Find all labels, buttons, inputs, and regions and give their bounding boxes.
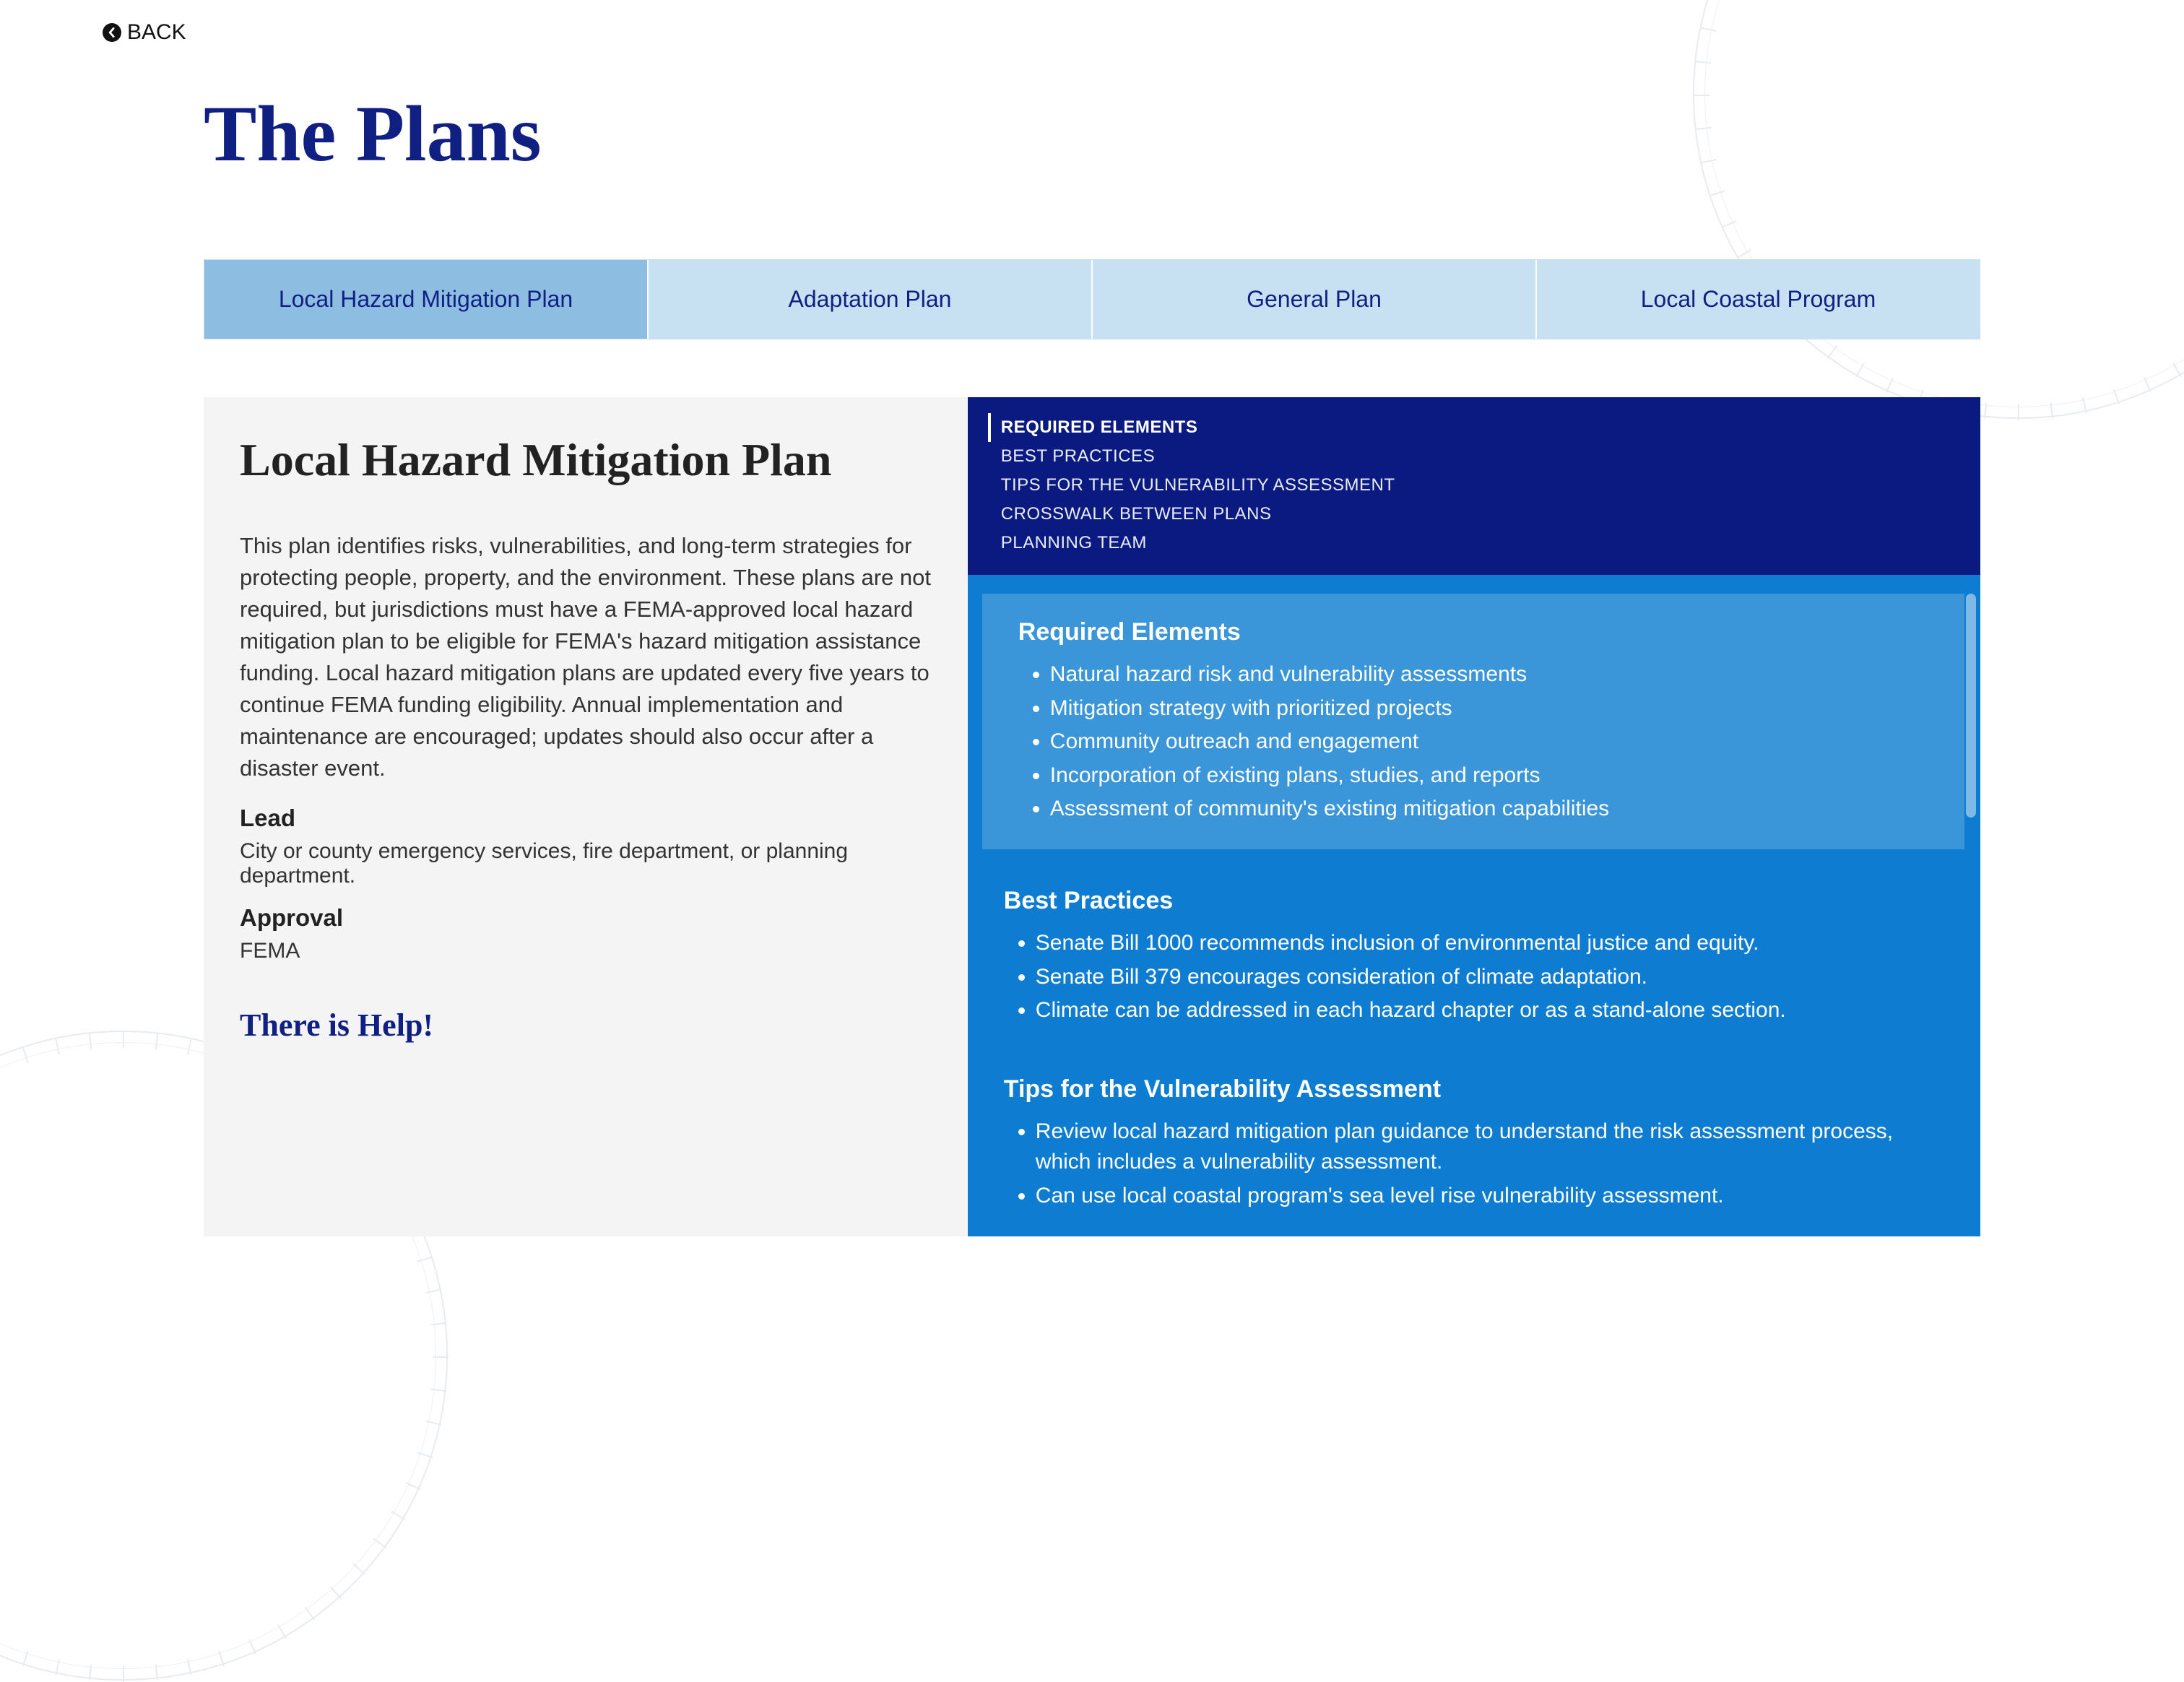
panel-required-elements: Required Elements Natural hazard risk an… — [982, 594, 1964, 849]
toc-tips-vulnerability[interactable]: TIPS FOR THE VULNERABILITY ASSESSMENT — [988, 471, 1960, 500]
scrollbar-thumb[interactable] — [1966, 594, 1976, 818]
toc-planning-team[interactable]: PLANNING TEAM — [988, 529, 1960, 558]
panel-best-practices: Best Practices Senate Bill 1000 recommen… — [968, 862, 1964, 1051]
list-item: Community outreach and engagement — [1050, 727, 1928, 758]
plan-summary-panel: Local Hazard Mitigation Plan This plan i… — [204, 397, 968, 1236]
list-item: Mitigation strategy with prioritized pro… — [1050, 693, 1928, 724]
help-heading: There is Help! — [240, 1007, 932, 1044]
back-button[interactable]: BACK — [103, 20, 186, 45]
panel-title: Tips for the Vulnerability Assessment — [1004, 1075, 1928, 1104]
back-label: BACK — [127, 20, 186, 45]
plan-description: This plan identifies risks, vulnerabilit… — [240, 530, 932, 784]
plan-tabs: Local Hazard Mitigation Plan Adaptation … — [204, 259, 1980, 339]
list-item: Can use local coastal program's sea leve… — [1036, 1181, 1928, 1212]
chevron-left-icon — [103, 23, 121, 42]
tab-local-coastal[interactable]: Local Coastal Program — [1537, 260, 1980, 339]
list-item: Climate can be addressed in each hazard … — [1036, 995, 1928, 1026]
list-item: Natural hazard risk and vulnerability as… — [1050, 659, 1928, 690]
toc-crosswalk[interactable]: CROSSWALK BETWEEN PLANS — [988, 500, 1960, 529]
panel-title: Best Practices — [1004, 887, 1928, 915]
approval-value: FEMA — [240, 939, 932, 963]
list-item: Senate Bill 1000 recommends inclusion of… — [1036, 928, 1928, 959]
list-item: Assessment of community's existing mitig… — [1050, 794, 1928, 825]
approval-label: Approval — [240, 904, 932, 932]
toc-required-elements[interactable]: REQUIRED ELEMENTS — [988, 413, 1960, 442]
panel-title: Required Elements — [1018, 618, 1928, 646]
toc-best-practices[interactable]: BEST PRACTICES — [988, 442, 1960, 471]
panel-list: Review local hazard mitigation plan guid… — [1004, 1117, 1928, 1212]
tab-local-hazard[interactable]: Local Hazard Mitigation Plan — [204, 260, 649, 339]
tab-general[interactable]: General Plan — [1093, 260, 1537, 339]
panel-list: Senate Bill 1000 recommends inclusion of… — [1004, 928, 1928, 1026]
page-title: The Plans — [204, 88, 2081, 180]
tab-adaptation[interactable]: Adaptation Plan — [649, 260, 1093, 339]
lead-value: City or county emergency services, fire … — [240, 839, 932, 888]
panel-list: Natural hazard risk and vulnerability as… — [1018, 659, 1928, 825]
section-toc: REQUIRED ELEMENTS BEST PRACTICES TIPS FO… — [968, 397, 1980, 575]
lead-label: Lead — [240, 805, 932, 832]
list-item: Senate Bill 379 encourages consideration… — [1036, 962, 1928, 993]
list-item: Review local hazard mitigation plan guid… — [1036, 1117, 1928, 1178]
section-panels: Required Elements Natural hazard risk an… — [968, 575, 1980, 1236]
list-item: Incorporation of existing plans, studies… — [1050, 760, 1928, 792]
panel-tips-vulnerability: Tips for the Vulnerability Assessment Re… — [968, 1051, 1964, 1236]
plan-heading: Local Hazard Mitigation Plan — [240, 433, 932, 487]
